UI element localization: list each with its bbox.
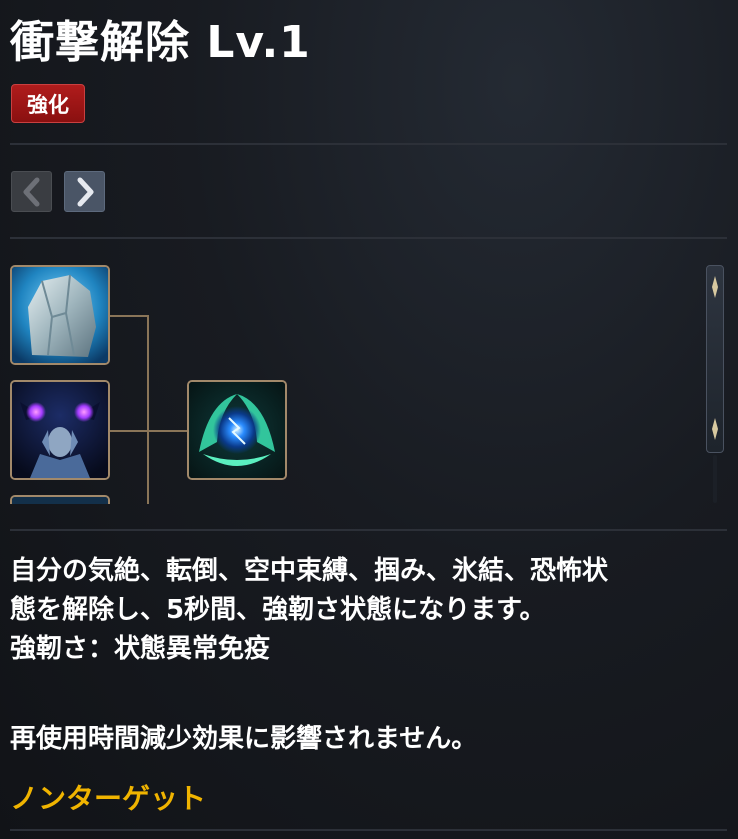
tree-connector: [110, 430, 188, 432]
description-line: 自分の気絶、転倒、空中束縛、掴み、氷結、恐怖状: [10, 556, 609, 586]
skill-type-badge: 強化: [11, 84, 85, 123]
skill-tooltip-panel: 衝撃解除 Lv.1 強化 自分の気絶、転倒、空中束縛、掴み、氷結、恐怖状 態を解…: [0, 0, 738, 839]
description-line: 強靭さ：状態異常免疫: [10, 634, 271, 664]
fear-skill-icon[interactable]: [10, 380, 110, 480]
skill-icon-partial[interactable]: [10, 495, 110, 504]
scrollbar[interactable]: [706, 265, 724, 453]
divider: [10, 237, 727, 239]
scrollbar-track[interactable]: [713, 455, 717, 503]
chevron-left-icon: [23, 177, 39, 206]
chevron-right-icon: [77, 177, 93, 206]
skill-description: 自分の気絶、転倒、空中束縛、掴み、氷結、恐怖状 態を解除し、5秒間、強靭さ状態に…: [10, 552, 730, 669]
tree-connector: [110, 315, 148, 317]
divider: [10, 829, 727, 831]
divider: [10, 529, 727, 531]
stun-release-skill-icon[interactable]: [187, 380, 287, 480]
divider: [10, 143, 727, 145]
skill-tree-view: [10, 262, 728, 504]
next-button[interactable]: [64, 171, 105, 212]
target-type: ノンターゲット: [10, 782, 207, 815]
ice-crystal-skill-icon[interactable]: [10, 265, 110, 365]
tree-connector: [147, 315, 149, 504]
skill-title: 衝撃解除 Lv.1: [10, 17, 311, 68]
previous-button[interactable]: [11, 171, 52, 212]
cooldown-note: 再使用時間減少効果に影響されません。: [10, 724, 478, 754]
description-line: 態を解除し、5秒間、強靭さ状態になります。: [10, 595, 546, 625]
